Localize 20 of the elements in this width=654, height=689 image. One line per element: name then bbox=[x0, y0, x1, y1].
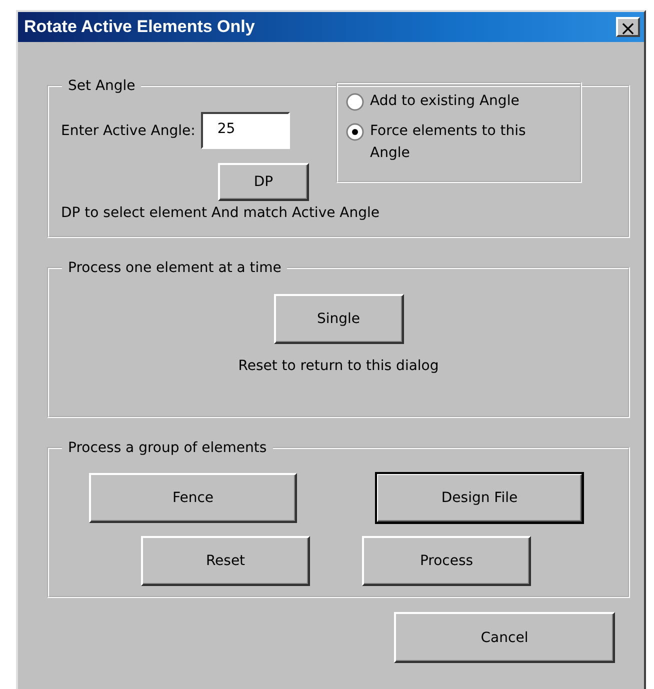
action-button[interactable]: Reset bbox=[141, 536, 310, 586]
action-button[interactable]: Process bbox=[362, 536, 531, 586]
note-text: Reset to return to this dialog bbox=[238, 358, 439, 374]
field-label: Enter Active Angle: bbox=[61, 122, 196, 138]
angle-input[interactable]: 25 bbox=[201, 112, 290, 149]
group-title: Process a group of elements bbox=[67, 440, 268, 456]
radio-button[interactable] bbox=[346, 123, 364, 141]
action-button[interactable]: Fence bbox=[89, 473, 297, 523]
radio-label[interactable]: Add to existing Angle bbox=[370, 90, 520, 112]
cancel-button[interactable]: Cancel bbox=[394, 612, 615, 663]
group-title: Set Angle bbox=[67, 78, 136, 94]
close-button[interactable]: × bbox=[616, 17, 640, 37]
window-title: Rotate Active Elements Only bbox=[24, 17, 255, 37]
hint-text: DP to select element And match Active Angle bbox=[61, 205, 380, 221]
radio-button[interactable] bbox=[346, 93, 364, 111]
dp-button[interactable]: DP bbox=[218, 163, 309, 201]
action-button[interactable]: Design File bbox=[376, 473, 583, 523]
single-button[interactable]: Single bbox=[274, 294, 404, 344]
radio-label[interactable]: Force elements to this Angle bbox=[370, 120, 565, 164]
group-title: Process one element at a time bbox=[67, 260, 282, 276]
